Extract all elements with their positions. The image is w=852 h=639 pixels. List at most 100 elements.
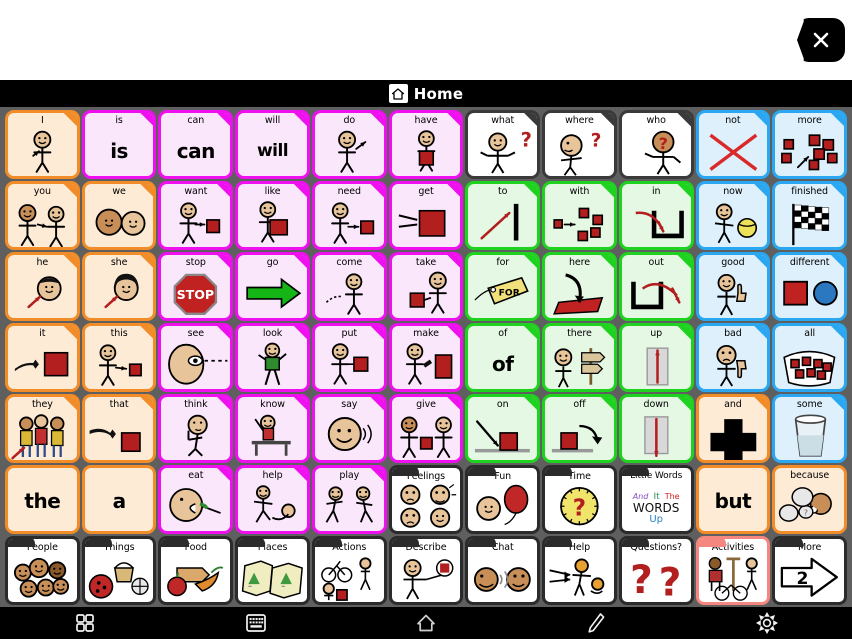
gear-icon[interactable] — [682, 611, 852, 635]
symbol-cell-give[interactable]: give — [388, 394, 464, 463]
symbol-label: like — [264, 186, 281, 197]
symbol-cell-a[interactable]: a — [81, 465, 157, 534]
symbol-cell-is[interactable]: is is — [81, 110, 157, 179]
symbol-cell-want[interactable]: want — [158, 181, 234, 250]
symbol-cell-time[interactable]: Time? — [542, 465, 617, 534]
symbol-cell-i[interactable]: I — [5, 110, 80, 179]
symbol-cell-like[interactable]: like — [235, 181, 310, 250]
home-icon[interactable] — [341, 612, 511, 634]
symbol-cell-play[interactable]: play — [311, 465, 387, 534]
pencil-icon[interactable] — [511, 611, 681, 635]
symbol-cell-help[interactable]: Help — [542, 536, 617, 605]
symbol-cell-out[interactable]: out — [618, 252, 694, 321]
symbol-cell-down[interactable]: down — [618, 394, 694, 463]
symbol-cell-not[interactable]: not — [695, 110, 771, 179]
symbol-cell-here[interactable]: here — [542, 252, 617, 321]
symbol-cell-fun[interactable]: Fun — [465, 465, 541, 534]
symbol-cell-help[interactable]: help — [235, 465, 310, 534]
symbol-cell-know[interactable]: know — [235, 394, 310, 463]
grid-icon[interactable] — [0, 612, 170, 634]
symbol-label: of — [498, 328, 508, 339]
symbol-cell-go[interactable]: go — [235, 252, 310, 321]
symbol-cell-little-words[interactable]: Little Words And It The WORDS Up — [618, 465, 694, 534]
symbol-cell-who[interactable]: who? — [618, 110, 694, 179]
symbol-cell-up[interactable]: up — [618, 323, 694, 392]
symbol-cell-people[interactable]: People — [5, 536, 80, 605]
symbol-cell-and[interactable]: and — [695, 394, 771, 463]
symbol-cell-describe[interactable]: Describe — [388, 536, 464, 605]
symbol-cell-but[interactable]: but — [695, 465, 771, 534]
symbol-cell-it[interactable]: it — [5, 323, 80, 392]
symbol-cell-bad[interactable]: bad — [695, 323, 771, 392]
symbol-cell-make[interactable]: make — [388, 323, 464, 392]
board-grid-area: Iis is can can will will do have what? where? who?… — [0, 107, 852, 607]
symbol-cell-look[interactable]: look — [235, 323, 310, 392]
symbol-label: with — [569, 186, 590, 197]
symbol-cell-put[interactable]: put — [311, 323, 387, 392]
symbol-cell-get[interactable]: get — [388, 181, 464, 250]
close-x-icon[interactable] — [797, 18, 845, 62]
symbol-art-person-question: ? — [468, 126, 537, 176]
symbol-cell-what[interactable]: what? — [465, 110, 541, 179]
symbol-cell-he[interactable]: he — [5, 252, 80, 321]
symbol-label: off — [573, 399, 586, 410]
symbol-art-green-arrow — [238, 268, 307, 318]
symbol-cell-with[interactable]: with — [542, 181, 617, 250]
symbol-cell-stop[interactable]: stop STOP — [158, 252, 234, 321]
symbol-cell-take[interactable]: take — [388, 252, 464, 321]
symbol-cell-questions[interactable]: Questions??? — [618, 536, 694, 605]
symbol-cell-do[interactable]: do — [311, 110, 387, 179]
symbol-cell-places[interactable]: Places — [235, 536, 310, 605]
symbol-cell-that[interactable]: that — [81, 394, 157, 463]
keyboard-icon[interactable] — [170, 612, 340, 634]
symbol-cell-some[interactable]: some — [772, 394, 847, 463]
symbol-cell-because[interactable]: because? — [772, 465, 847, 534]
little-word-1: And — [632, 492, 649, 501]
symbol-cell-will[interactable]: will will — [235, 110, 310, 179]
symbol-art-person-come — [315, 268, 384, 318]
symbol-cell-for[interactable]: for FOR — [465, 252, 541, 321]
folder-tab — [238, 539, 266, 547]
symbol-art-person-point-self — [8, 126, 77, 176]
symbol-cell-more[interactable]: More 2 — [772, 536, 847, 605]
symbol-cell-have[interactable]: have — [388, 110, 464, 179]
symbol-cell-where[interactable]: where? — [542, 110, 617, 179]
symbol-cell-more[interactable]: more — [772, 110, 847, 179]
symbol-cell-see[interactable]: see — [158, 323, 234, 392]
symbol-cell-need[interactable]: need — [311, 181, 387, 250]
symbol-cell-the[interactable]: the — [5, 465, 80, 534]
symbol-cell-of[interactable]: of of — [465, 323, 541, 392]
symbol-art-four-faces — [392, 481, 461, 531]
symbol-cell-think[interactable]: think — [158, 394, 234, 463]
symbol-cell-they[interactable]: they — [5, 394, 80, 463]
symbol-cell-we[interactable]: we — [81, 181, 157, 250]
symbol-cell-say[interactable]: say — [311, 394, 387, 463]
symbol-cell-come[interactable]: come — [311, 252, 387, 321]
symbol-cell-in[interactable]: in — [618, 181, 694, 250]
symbol-cell-all[interactable]: all — [772, 323, 847, 392]
symbol-cell-to[interactable]: to — [465, 181, 541, 250]
symbol-cell-activities[interactable]: Activities — [695, 536, 771, 605]
symbol-art-hands-red-block — [392, 197, 461, 247]
symbol-cell-different[interactable]: different — [772, 252, 847, 321]
symbol-cell-she[interactable]: she — [81, 252, 157, 321]
symbol-cell-chat[interactable]: Chat — [465, 536, 541, 605]
symbol-cell-you[interactable]: you — [5, 181, 80, 250]
symbol-cell-feelings[interactable]: Feelings — [388, 465, 464, 534]
symbol-cell-there[interactable]: there — [542, 323, 617, 392]
symbol-cell-can[interactable]: can can — [158, 110, 234, 179]
symbol-cell-finished[interactable]: finished — [772, 181, 847, 250]
symbol-cell-good[interactable]: good — [695, 252, 771, 321]
symbol-cell-on[interactable]: on — [465, 394, 541, 463]
symbol-cell-food[interactable]: Food — [158, 536, 234, 605]
symbol-cell-off[interactable]: off — [542, 394, 617, 463]
symbol-cell-now[interactable]: now — [695, 181, 771, 250]
symbol-word: is — [110, 139, 128, 163]
symbol-art-person-raise-hand-desk — [238, 410, 307, 460]
symbol-cell-things[interactable]: Things — [81, 536, 157, 605]
symbol-cell-actions[interactable]: Actions — [311, 536, 387, 605]
symbol-art-arrow-more-2: 2 — [775, 552, 844, 602]
symbol-label: now — [723, 186, 743, 197]
symbol-cell-this[interactable]: this — [81, 323, 157, 392]
symbol-cell-eat[interactable]: eat — [158, 465, 234, 534]
